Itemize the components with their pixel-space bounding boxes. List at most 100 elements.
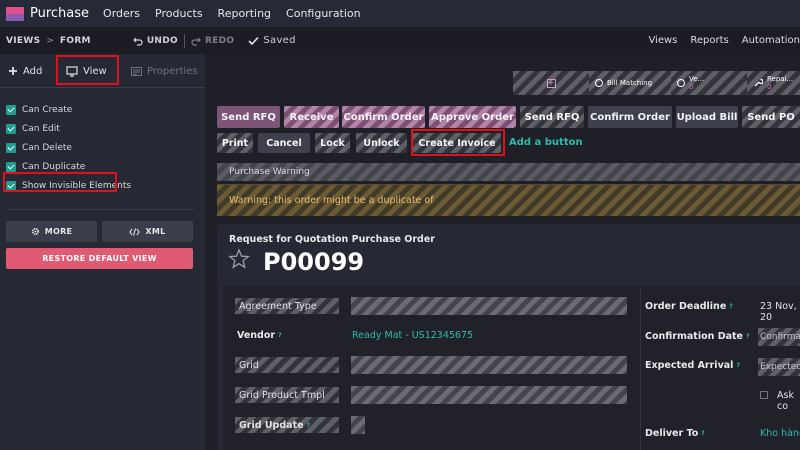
help-icon[interactable]: ? (278, 332, 281, 339)
confirm-order-button[interactable]: Confirm Order (588, 106, 672, 128)
checkbox-checked-icon[interactable] (6, 161, 16, 172)
redo-icon (191, 37, 201, 46)
expected-arrival-field[interactable]: Expected A (758, 358, 800, 376)
option-can-edit[interactable]: Can Edit (6, 119, 131, 138)
confirm-order-button-invisible[interactable]: Confirm Order (342, 106, 425, 128)
sidebar-tabs: Add View Properties (0, 54, 205, 88)
wrench-icon (754, 78, 763, 87)
tab-add[interactable]: Add (8, 54, 42, 88)
sidebar-divider (6, 209, 193, 210)
redo-button[interactable]: REDO (191, 36, 234, 46)
ask-confirmation-checkbox[interactable] (760, 391, 768, 399)
top-navbar: Purchase Orders Products Reporting Confi… (0, 0, 800, 27)
deliver-to-label-text: Deliver To (645, 427, 699, 439)
code-icon (129, 227, 141, 236)
add-a-button-link[interactable]: Add a button (509, 137, 583, 148)
app-name[interactable]: Purchase (30, 6, 89, 21)
breadcrumb-form: FORM (59, 35, 91, 46)
repair-count: 0 (767, 83, 772, 91)
option-label: Can Delete (22, 142, 72, 153)
menu-products[interactable]: Products (155, 7, 203, 20)
repair-label: Repai... (767, 75, 794, 83)
automation-link[interactable]: Automation (742, 35, 800, 46)
smart-button-bill-matching[interactable]: Bill Matching (589, 71, 671, 95)
grid-field[interactable] (351, 356, 627, 374)
lock-button[interactable]: Lock (315, 133, 350, 153)
help-icon[interactable]: ? (729, 303, 732, 310)
grid-update-label-text: Grid Update (239, 419, 304, 431)
checkbox-checked-icon[interactable] (6, 180, 16, 191)
rfq-label: Request for Quotation Purchase Order (229, 234, 435, 245)
menu-configuration[interactable]: Configuration (286, 7, 361, 20)
vendor-stat: Ve... 0 (689, 75, 704, 91)
option-can-delete[interactable]: Can Delete (6, 138, 131, 157)
po-reference: P00099 (263, 248, 365, 276)
unlock-button[interactable]: Unlock (356, 133, 407, 153)
undo-icon (132, 37, 143, 46)
properties-icon (131, 66, 142, 76)
order-deadline-field[interactable]: 23 Nov, 20 (760, 301, 800, 323)
vendor-count: 0 (689, 83, 694, 91)
cancel-button[interactable]: Cancel (258, 133, 310, 153)
option-label: Can Duplicate (22, 161, 86, 172)
checkbox-checked-icon[interactable] (6, 123, 16, 134)
help-icon[interactable]: ? (307, 422, 310, 429)
grid-product-tmpl-field[interactable] (351, 386, 627, 404)
xml-label: XML (145, 227, 166, 236)
approve-order-button[interactable]: Approve Order (429, 106, 516, 128)
checkbox-checked-icon[interactable] (6, 104, 16, 115)
confirmation-date-label: Confirmation Date? (643, 328, 749, 344)
send-rfq-button[interactable]: Send RFQ (217, 106, 280, 128)
vendor-label-text: Vendor (237, 329, 276, 341)
menu-reporting[interactable]: Reporting (218, 7, 271, 20)
option-show-invisible-elements[interactable]: Show Invisible Elements (6, 176, 131, 195)
send-rfq-button-invisible[interactable]: Send RFQ (520, 106, 584, 128)
restore-default-view-button[interactable]: RESTORE DEFAULT VIEW (6, 248, 193, 269)
tab-add-label: Add (23, 65, 43, 77)
vendor-label: Ve... (689, 75, 705, 83)
help-icon[interactable]: ? (746, 333, 749, 340)
grid-label: Grid (235, 357, 339, 373)
restore-label: RESTORE DEFAULT VIEW (42, 254, 157, 263)
undo-label: UNDO (146, 35, 178, 46)
more-label: MORE (44, 227, 73, 236)
tab-view-label: View (83, 65, 107, 77)
studio-toolbar: VIEWS > FORM UNDO REDO Saved Views Repor… (0, 27, 800, 54)
print-button[interactable]: Print (217, 133, 253, 153)
xml-button[interactable]: XML (102, 221, 193, 242)
upload-bill-button[interactable]: Upload Bill (676, 106, 738, 128)
agreement-type-field[interactable] (351, 297, 627, 315)
smart-button-add[interactable]: + (513, 71, 589, 95)
column-divider (640, 286, 641, 450)
option-can-create[interactable]: Can Create (6, 100, 131, 119)
vendor-field[interactable]: Ready Mat - US12345675 (352, 330, 473, 341)
checkbox-checked-icon[interactable] (6, 142, 16, 153)
grid-update-checkbox[interactable] (351, 416, 365, 434)
views-link[interactable]: Views (648, 35, 677, 46)
deliver-to-field[interactable]: Kho hàng (760, 428, 800, 439)
send-po-button[interactable]: Send PO (742, 106, 800, 128)
option-label: Show Invisible Elements (22, 180, 132, 191)
smart-button-vendor[interactable]: Ve... 0 (671, 71, 747, 95)
help-icon[interactable]: ? (701, 430, 704, 437)
smart-button-repair[interactable]: Repai... 0 (747, 71, 800, 95)
menu-orders[interactable]: Orders (103, 7, 140, 20)
confirmation-date-field[interactable]: Confirmatio (758, 328, 800, 346)
tab-properties-label: Properties (147, 65, 198, 77)
create-invoice-button[interactable]: Create Invoice (413, 133, 501, 153)
check-icon (248, 36, 259, 45)
option-can-duplicate[interactable]: Can Duplicate (6, 157, 131, 176)
breadcrumb-views[interactable]: VIEWS (6, 36, 40, 46)
help-icon[interactable]: ? (736, 362, 739, 369)
tab-properties[interactable]: Properties (131, 54, 198, 88)
undo-button[interactable]: UNDO (132, 35, 178, 46)
more-button[interactable]: MORE (6, 221, 97, 242)
option-label: Can Create (22, 104, 73, 115)
tab-view[interactable]: View (66, 54, 107, 88)
ask-confirmation-label: Ask co (777, 390, 794, 412)
receive-button[interactable]: Receive (284, 106, 339, 128)
toolbar-right-menu: Views Reports Automation (635, 27, 800, 54)
star-icon[interactable] (228, 248, 250, 270)
reports-link[interactable]: Reports (690, 35, 728, 46)
purchase-app-icon[interactable] (6, 6, 24, 21)
